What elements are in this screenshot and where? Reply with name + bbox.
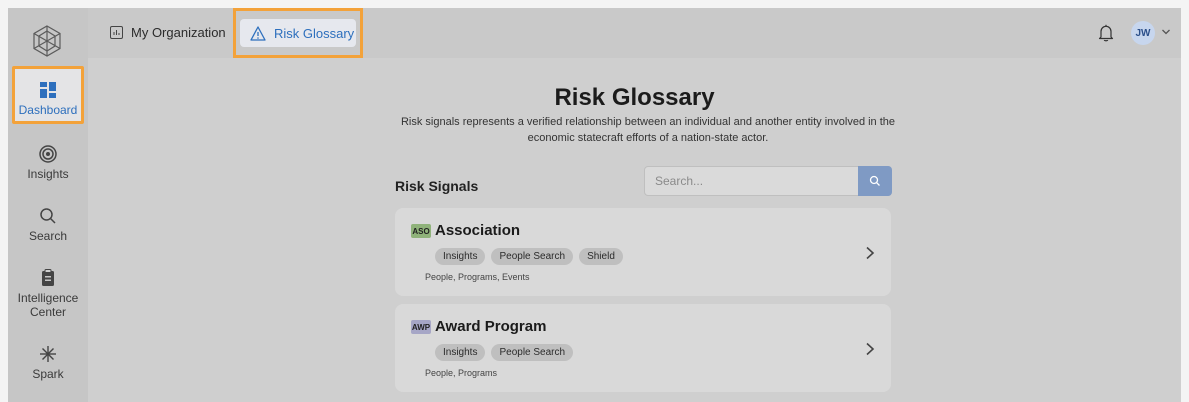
risk-signal-title: Association [435,222,521,239]
sidebar-item-insights[interactable]: Insights [12,144,84,181]
tag: People Search [491,344,574,361]
sidebar-item-label: Dashboard [18,103,78,117]
search-button[interactable] [858,166,892,196]
tab-highlight: Risk Glossary [233,8,363,58]
section-title: Risk Signals [395,178,479,194]
sidebar-item-label: Insights [27,167,69,181]
search-box [644,166,892,196]
risk-abbr-badge: AWP [411,320,431,334]
risk-signal-scope: People, Programs, Events [425,272,530,282]
chevron-right-icon[interactable] [865,342,875,356]
search-input[interactable] [645,167,859,195]
sidebar-item-label: Search [28,229,68,243]
spark-icon [40,346,56,362]
chevron-down-icon[interactable] [1161,28,1171,36]
risk-abbr-badge: ASO [411,224,431,238]
risk-signal-title: Award Program [435,318,547,335]
tag-list: Insights People Search Shield [435,248,623,265]
tab-label: Risk Glossary [274,25,355,41]
warning-icon [250,25,266,41]
tag: Insights [435,344,486,361]
top-bar: My Organization Risk Glossary JW [88,8,1181,58]
notification-bell-icon[interactable] [1098,24,1114,42]
tab-risk-glossary[interactable]: Risk Glossary [240,19,356,47]
tag: Insights [435,248,486,265]
risk-signal-scope: People, Programs [425,368,498,378]
page-subtitle: Risk signals represents a verified relat… [400,116,896,144]
risk-signal-card-association[interactable]: ASO Association Insights People Search S… [395,208,891,296]
sidebar-item-dashboard[interactable]: Dashboard [12,66,84,126]
app-shell: Dashboard Insights Search Intelligence C… [8,8,1181,402]
tab-label: My Organization [131,24,226,40]
logo-icon[interactable] [30,24,64,58]
main-content: Risk Glossary Risk signals represents a … [88,58,1181,402]
search-icon [869,175,880,186]
sidebar-item-label: Intelligence Center [17,291,79,319]
search-icon [40,208,56,224]
dashboard-icon [40,82,56,98]
risk-signal-card-award-program[interactable]: AWP Award Program Insights People Search… [395,304,891,392]
user-avatar[interactable]: JW [1131,21,1155,45]
target-icon [39,145,57,163]
tab-my-organization[interactable]: My Organization [110,18,226,46]
sidebar-item-spark[interactable]: Spark [12,344,84,381]
bar-chart-icon [110,25,123,39]
sidebar-item-intelligence-center[interactable]: Intelligence Center [12,268,84,319]
sidebar-item-search[interactable]: Search [12,206,84,243]
tag: People Search [491,248,574,265]
sidebar-item-label: Spark [32,367,64,381]
page-title: Risk Glossary [554,84,715,111]
chevron-right-icon[interactable] [865,246,875,260]
tag: Shield [579,248,623,265]
tag-list: Insights People Search [435,344,574,361]
sidebar: Dashboard Insights Search Intelligence C… [8,8,88,402]
clipboard-icon [42,269,54,286]
